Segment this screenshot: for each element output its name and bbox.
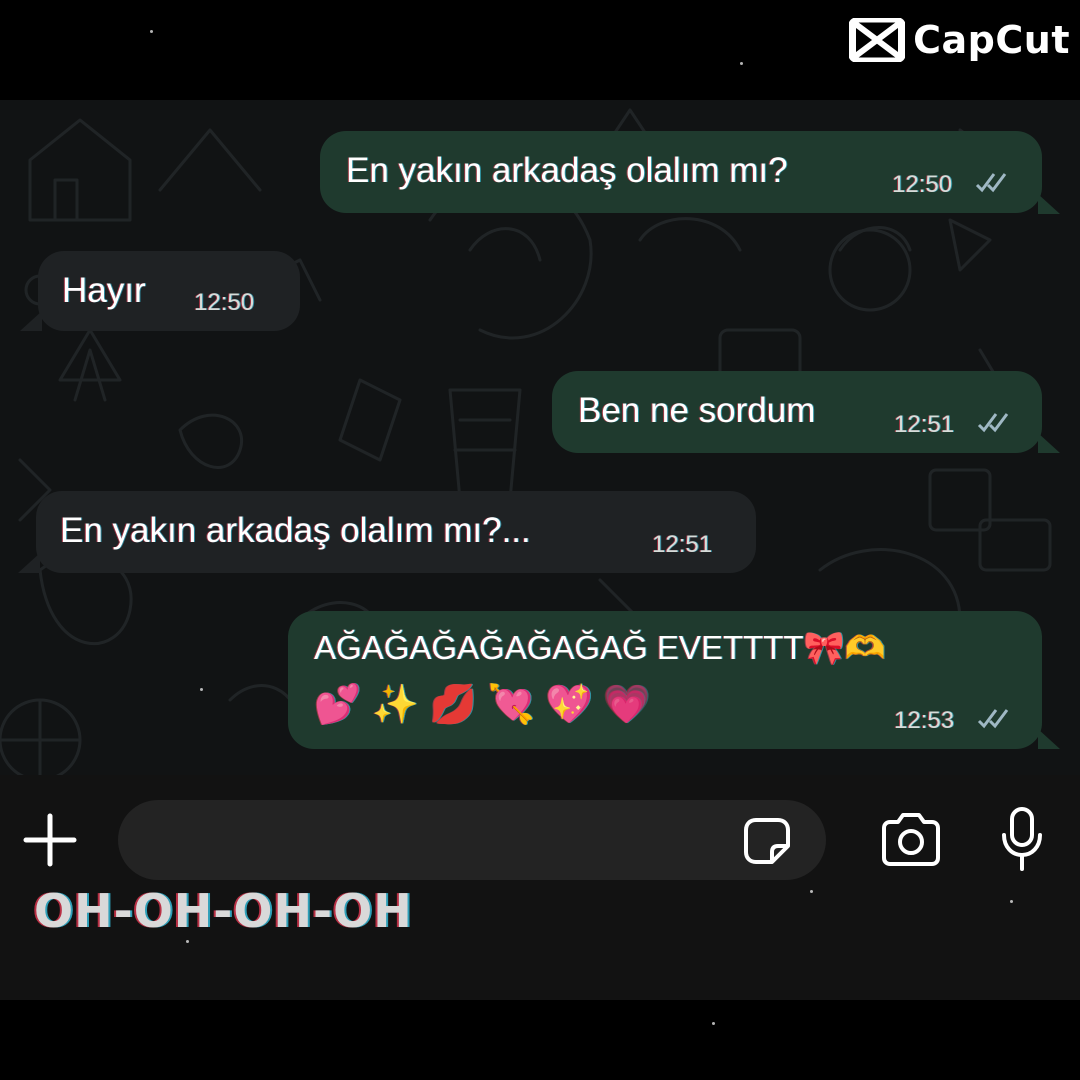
- message-text: AĞAĞAĞAĞAĞAĞAĞ EVETTTT🎀🫶: [314, 629, 886, 666]
- video-frame: CapCut En yakın arkadaş olalım mı? 12:50…: [0, 0, 1080, 1080]
- message-field[interactable]: [118, 800, 826, 880]
- sticker-icon[interactable]: [738, 812, 796, 870]
- message-bubble-outgoing[interactable]: Ben ne sordum 12:51: [552, 371, 1042, 453]
- message-bubble-incoming[interactable]: Hayır 12:50: [38, 251, 300, 331]
- message-time: 12:50: [892, 171, 953, 198]
- chat-area[interactable]: En yakın arkadaş olalım mı? 12:50 Hayır …: [0, 100, 1080, 775]
- capcut-logo-icon: [849, 18, 906, 62]
- read-receipt-icon: [977, 413, 1009, 433]
- plus-icon[interactable]: [20, 810, 80, 870]
- message-time: 12:51: [894, 411, 955, 438]
- bubble-tail: [1038, 729, 1060, 749]
- bubble-tail: [1038, 194, 1060, 214]
- message-text: Hayır: [62, 271, 146, 310]
- message-text: En yakın arkadaş olalım mı?: [346, 151, 788, 190]
- message-time: 12:53: [894, 707, 955, 734]
- message-text: Ben ne sordum: [578, 391, 816, 430]
- bubble-tail: [20, 311, 42, 331]
- message-bubble-outgoing[interactable]: AĞAĞAĞAĞAĞAĞAĞ EVETTTT🎀🫶 💕 ✨ 💋 💘 💖 💗 12:…: [288, 611, 1042, 749]
- microphone-icon[interactable]: [996, 805, 1048, 873]
- bubble-tail: [18, 553, 40, 573]
- read-receipt-icon: [977, 709, 1009, 729]
- capcut-watermark: CapCut: [849, 18, 1070, 62]
- overlay-caption: OH-OH-OH-OH: [34, 884, 413, 938]
- message-time: 12:51: [652, 531, 713, 558]
- message-emoji-line: 💕 ✨ 💋 💘 💖 💗: [314, 684, 651, 726]
- watermark-label: CapCut: [913, 18, 1070, 62]
- message-input[interactable]: [146, 818, 730, 864]
- message-bubble-incoming[interactable]: En yakın arkadaş olalım mı?... 12:51: [36, 491, 756, 573]
- bubble-tail: [1038, 433, 1060, 453]
- message-time: 12:50: [194, 289, 255, 316]
- message-bubble-outgoing[interactable]: En yakın arkadaş olalım mı? 12:50: [320, 131, 1042, 213]
- message-text: En yakın arkadaş olalım mı?...: [60, 511, 531, 550]
- read-receipt-icon: [975, 173, 1007, 193]
- camera-icon[interactable]: [878, 812, 944, 868]
